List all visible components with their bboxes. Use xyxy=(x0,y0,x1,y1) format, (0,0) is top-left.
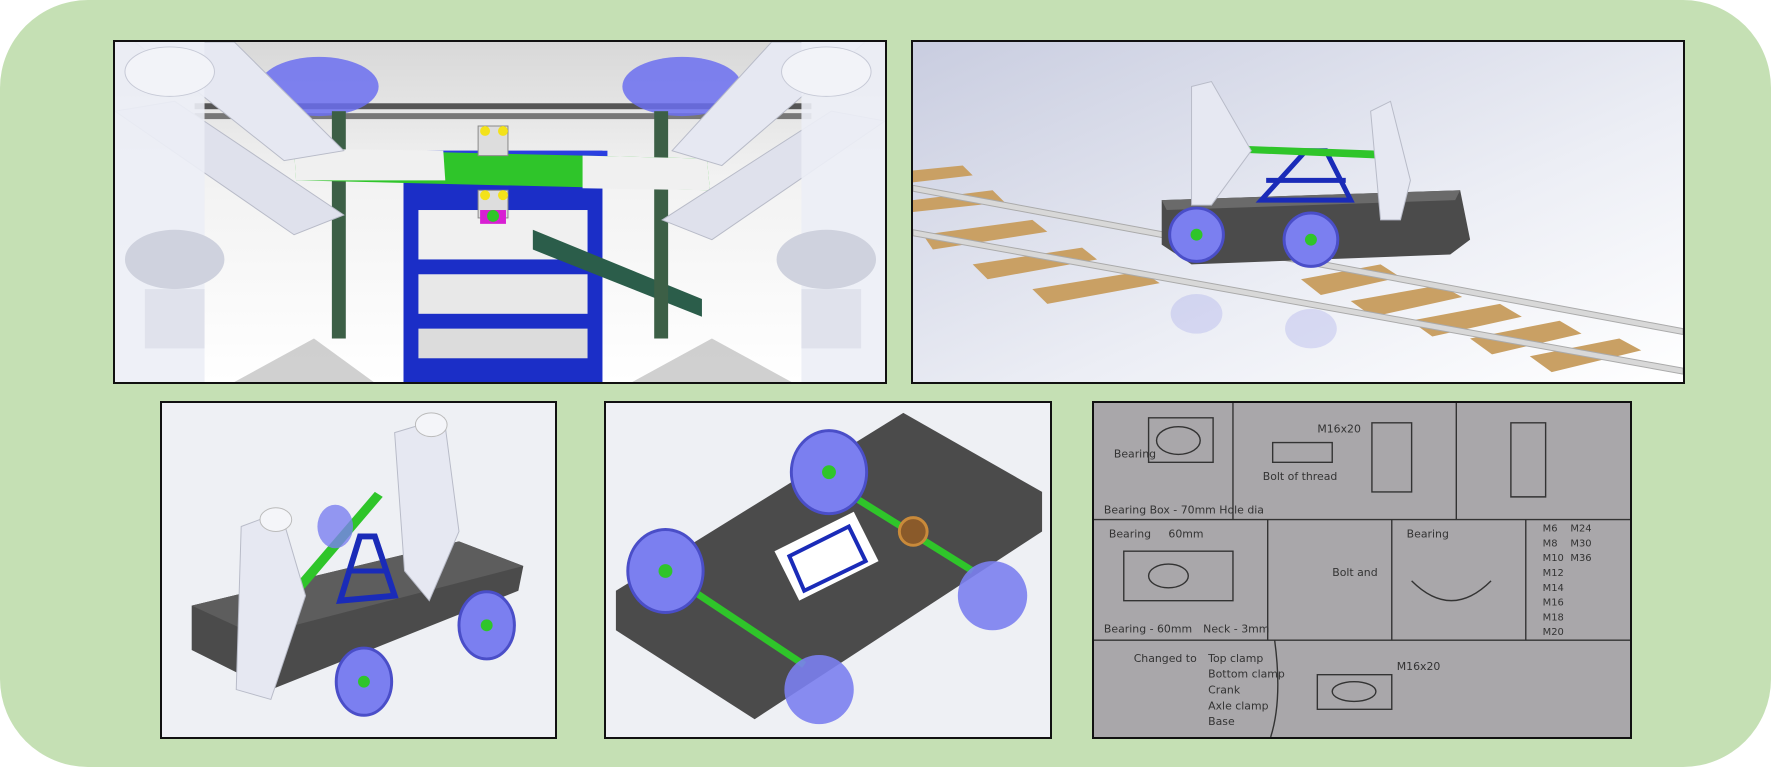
sketch-label-m16x20-2: M16x20 xyxy=(1397,660,1441,673)
size-item: M20 xyxy=(1543,627,1564,638)
size-item: M6 xyxy=(1543,523,1558,534)
sketch-label-bolt: Bolt of thread xyxy=(1263,470,1338,483)
sketch-label-axle-clamp: Axle clamp xyxy=(1208,699,1268,712)
size-item: M12 xyxy=(1543,568,1564,579)
sketch-label-crank: Crank xyxy=(1208,684,1241,697)
image-panel-on-track xyxy=(911,40,1685,384)
sketch-label-60mm: 60mm xyxy=(1168,527,1203,540)
image-panel-closeup xyxy=(113,40,887,384)
size-item: M10 xyxy=(1543,553,1564,564)
closeup-render xyxy=(115,42,885,382)
sketch-label-changed-to: Changed to xyxy=(1134,652,1197,665)
size-item: M8 xyxy=(1543,538,1558,549)
underside-render xyxy=(606,403,1050,737)
sketch-label-bottom-clamp: Bottom clamp xyxy=(1208,668,1285,681)
sketch-label-top-clamp: Top clamp xyxy=(1207,652,1263,665)
size-item: M30 xyxy=(1570,538,1591,549)
sketch-label-bearing-box: Bearing Box - 70mm Hole dia xyxy=(1104,504,1264,517)
size-item: M24 xyxy=(1570,523,1591,534)
size-item: M18 xyxy=(1543,612,1564,623)
image-panel-underside xyxy=(604,401,1052,739)
on-track-render xyxy=(913,42,1683,382)
sketch-label-bolt-and: Bolt and xyxy=(1332,566,1377,579)
sketch-label-bearing-3: Bearing xyxy=(1407,527,1449,540)
size-item: M36 xyxy=(1570,553,1591,564)
sketch-drawing: Bearing Bolt of thread M16x20 Bearing Bo… xyxy=(1094,403,1630,737)
iso-top-render xyxy=(162,403,555,737)
size-item: M14 xyxy=(1543,583,1564,594)
sketch-label-neck: Neck - 3mm xyxy=(1203,622,1269,635)
sketch-label-m16x20: M16x20 xyxy=(1317,423,1361,436)
image-panel-iso-top xyxy=(160,401,557,739)
image-panel-sketch: Bearing Bolt of thread M16x20 Bearing Bo… xyxy=(1092,401,1632,739)
sketch-label-bearing-2: Bearing xyxy=(1109,527,1151,540)
sketch-label-base: Base xyxy=(1208,715,1235,728)
sketch-label-bearing: Bearing xyxy=(1114,447,1156,460)
sketch-label-bearing-60mm: Bearing - 60mm xyxy=(1104,622,1192,635)
size-item: M16 xyxy=(1543,598,1564,609)
